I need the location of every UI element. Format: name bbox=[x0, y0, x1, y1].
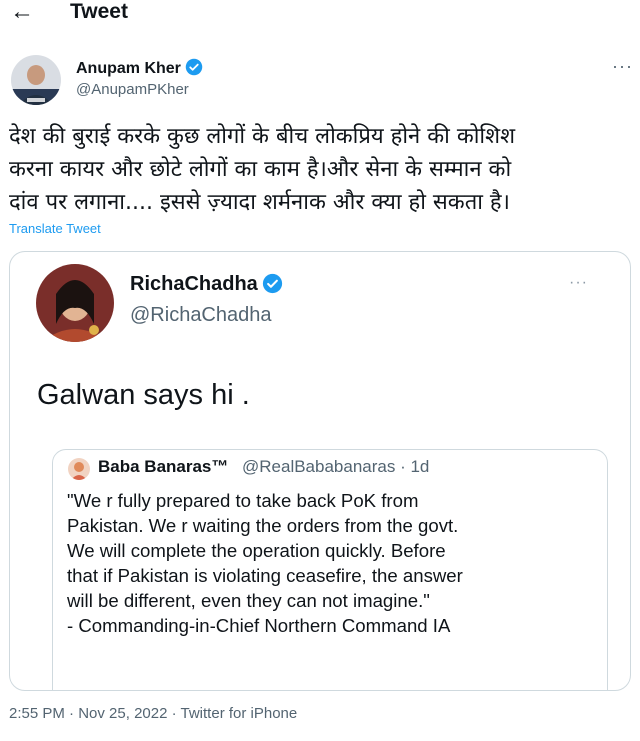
inner-quote-text: "We r fully prepared to take back PoK fr… bbox=[67, 490, 463, 636]
quoted-tweet-card[interactable]: RichaChadha @RichaChadha ··· Galwan says… bbox=[9, 251, 631, 691]
inner-author-handle-time[interactable]: @RealBababanaras · 1d bbox=[242, 456, 429, 478]
back-arrow-icon[interactable]: ← bbox=[10, 0, 34, 26]
quoted-author-handle[interactable]: @RichaChadha bbox=[130, 303, 272, 327]
verified-badge-icon bbox=[185, 58, 203, 76]
meta-separator: · bbox=[64, 705, 79, 722]
author-avatar[interactable] bbox=[11, 55, 61, 105]
quoted-tweet-text: Galwan says hi . bbox=[37, 379, 250, 411]
more-options-icon[interactable]: ··· bbox=[612, 56, 633, 77]
inner-author-name[interactable]: Baba Banaras™ bbox=[98, 456, 228, 478]
author-name[interactable]: Anupam Kher bbox=[76, 58, 203, 79]
tweet-date[interactable]: Nov 25, 2022 bbox=[78, 705, 167, 722]
verified-badge-icon bbox=[262, 273, 282, 294]
inner-quoted-tweet-card[interactable]: Baba Banaras™ @RealBababanaras · 1d "We … bbox=[52, 449, 608, 690]
translate-tweet-link[interactable]: Translate Tweet bbox=[9, 221, 101, 236]
meta-separator: · bbox=[167, 705, 181, 722]
quoted-author-avatar[interactable] bbox=[36, 264, 114, 342]
tweet-source[interactable]: Twitter for iPhone bbox=[181, 705, 298, 722]
page-title: Tweet bbox=[70, 0, 128, 23]
tweet-time[interactable]: 2:55 PM bbox=[9, 705, 65, 722]
quoted-more-options-icon[interactable]: ··· bbox=[569, 274, 588, 292]
quoted-author-name[interactable]: RichaChadha bbox=[130, 272, 283, 296]
tweet-text: देश की बुराई करके कुछ लोगों के बीच लोकप्… bbox=[9, 124, 516, 215]
tweet-meta: 2:55 PM · Nov 25, 2022 · Twitter for iPh… bbox=[9, 704, 297, 724]
top-bar: ← Tweet bbox=[0, 0, 640, 28]
author-handle[interactable]: @AnupamPKher bbox=[76, 80, 189, 100]
inner-author-avatar[interactable] bbox=[68, 458, 90, 480]
